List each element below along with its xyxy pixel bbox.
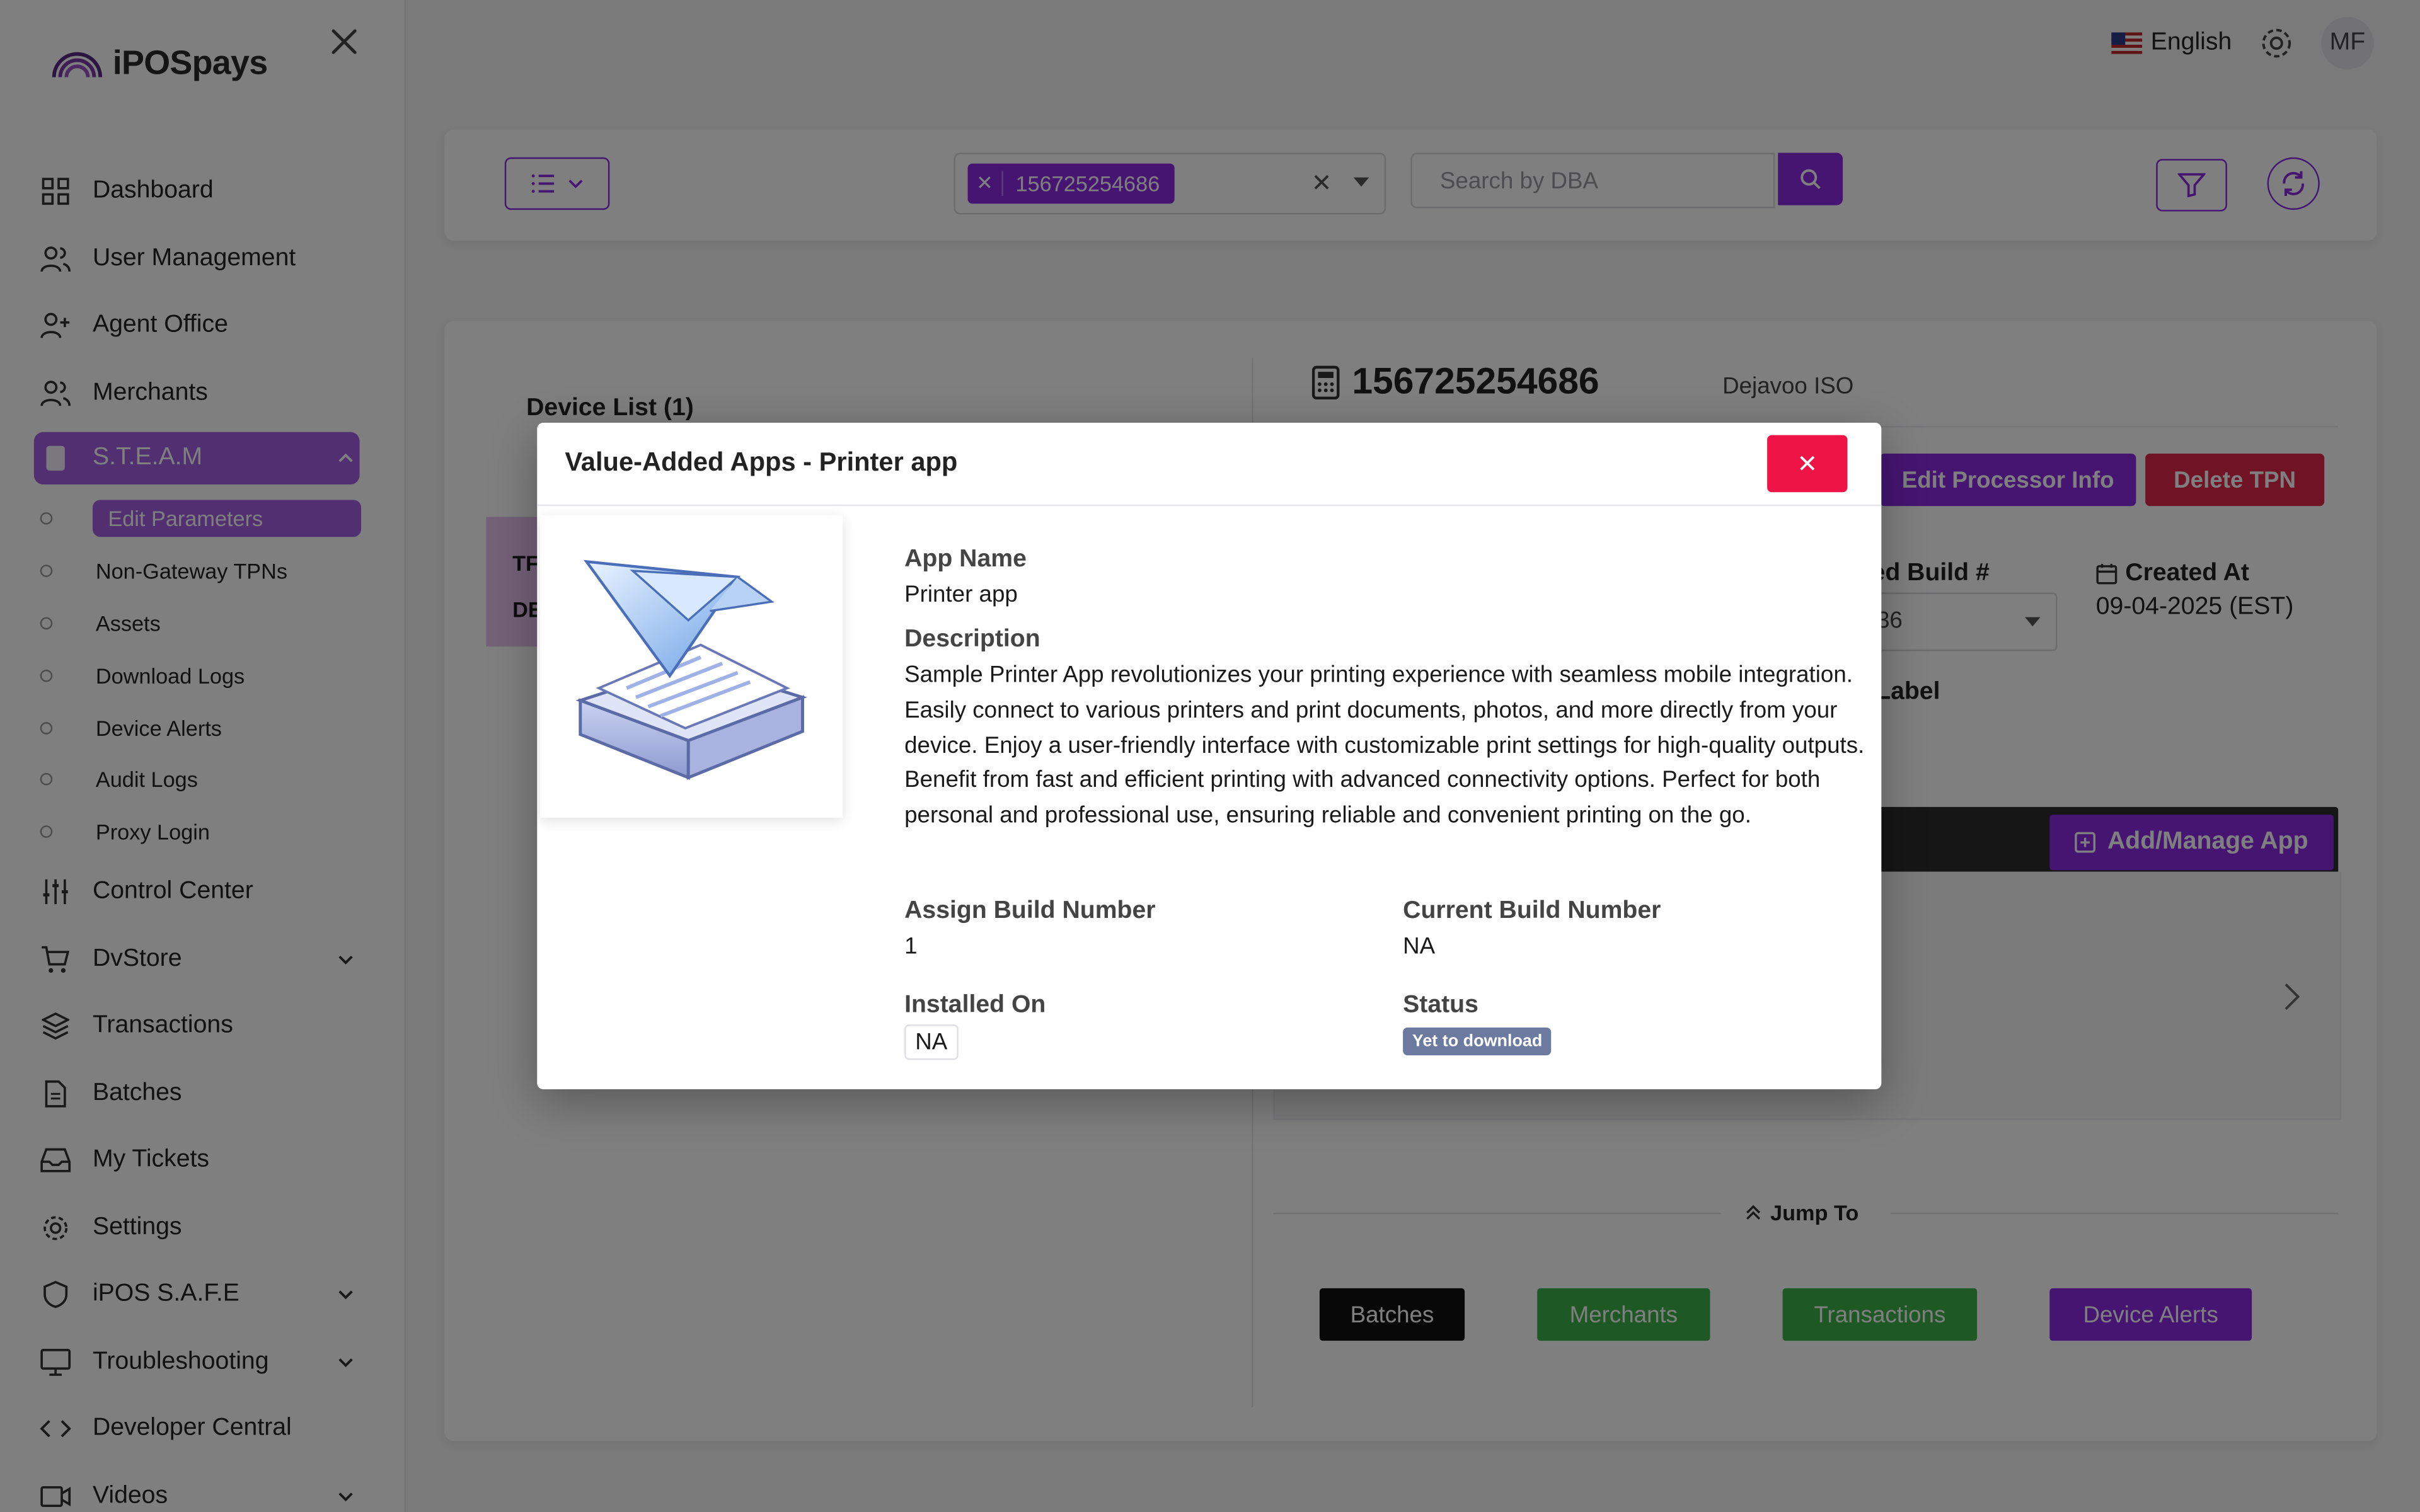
installed-on-label: Installed On — [904, 992, 1046, 1019]
status-badge: Yet to download — [1403, 1028, 1552, 1056]
app-image — [540, 515, 843, 818]
modal-header: Value-Added Apps - Printer app ✕ — [537, 423, 1882, 507]
modal-title: Value-Added Apps - Printer app — [565, 447, 958, 477]
assign-build-label: Assign Build Number — [904, 898, 1156, 924]
app-name-label: App Name — [904, 546, 1027, 573]
status-label: Status — [1403, 992, 1478, 1019]
app-name-value: Printer app — [904, 581, 1018, 608]
current-build-label: Current Build Number — [1403, 898, 1661, 924]
installed-on-value: NA — [904, 1024, 959, 1060]
app-details-modal: Value-Added Apps - Printer app ✕ App Nam… — [537, 423, 1882, 1089]
assign-build-value: 1 — [904, 933, 918, 960]
printer-app-icon — [575, 559, 807, 780]
close-icon: ✕ — [1797, 451, 1818, 478]
close-modal-button[interactable]: ✕ — [1767, 435, 1848, 493]
current-build-value: NA — [1403, 933, 1436, 960]
app-root: iPOSpays Dashboard User Management Agent… — [0, 0, 2420, 1512]
description-value: Sample Printer App revolutionizes your p… — [904, 662, 1865, 829]
description-label: Description — [904, 626, 1040, 653]
